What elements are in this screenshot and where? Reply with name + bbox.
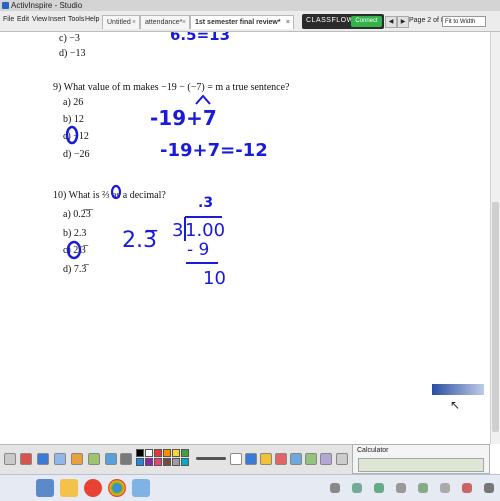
color-swatch-blue[interactable] (136, 458, 144, 466)
menu-help[interactable]: Help (85, 16, 99, 23)
tab-label: attendance* (145, 19, 183, 26)
menu-tools[interactable]: Tools (68, 16, 84, 23)
tab-final-review[interactable]: 1st semester final review* × (190, 15, 294, 29)
activinspire-task-icon[interactable] (36, 479, 54, 497)
tray-icon[interactable] (330, 483, 340, 493)
q9-caret-mark (195, 94, 211, 105)
chrome-task-icon[interactable] (108, 479, 126, 497)
vertical-scrollbar[interactable] (490, 32, 500, 444)
color-swatch-cyan[interactable] (181, 458, 189, 466)
network-icon[interactable] (462, 483, 472, 493)
tab-label: Untitled (107, 19, 131, 26)
resource-icon[interactable] (54, 453, 66, 465)
pen-width-slider[interactable] (196, 457, 226, 460)
eraser-icon[interactable] (275, 453, 287, 465)
folder-task-icon[interactable] (60, 479, 78, 497)
color-swatch-black[interactable] (136, 449, 144, 457)
connect-button[interactable]: Connect (351, 16, 382, 27)
tray-icon[interactable] (352, 483, 362, 493)
menu-edit[interactable]: Edit (17, 16, 29, 23)
reset-page-icon[interactable] (120, 453, 132, 465)
volume-icon[interactable] (440, 483, 450, 493)
color-swatch-pink[interactable] (154, 458, 162, 466)
prev-page-icon[interactable]: ◀ (385, 16, 397, 28)
app-task-icon[interactable] (132, 479, 150, 497)
scrollbar-thumb[interactable] (492, 202, 499, 432)
main-toolbox (0, 444, 352, 475)
color-swatch-white[interactable] (145, 449, 153, 457)
tray-icon[interactable] (396, 483, 406, 493)
property-icon[interactable] (71, 453, 83, 465)
tab-attendance[interactable]: attendance* × (140, 15, 190, 29)
menu-view[interactable]: View (32, 16, 47, 23)
gradient-swatch (432, 384, 484, 395)
shape-tool-icon[interactable] (290, 453, 302, 465)
long-division-bracket (184, 216, 222, 241)
color-swatch-green[interactable] (181, 449, 189, 457)
redo-icon[interactable] (105, 453, 117, 465)
q10-answer-circle (66, 240, 82, 260)
pen-tool-icon[interactable] (245, 453, 257, 465)
next-page-icon[interactable]: ▶ (397, 16, 409, 28)
toolbox-more-icon[interactable] (336, 453, 348, 465)
page-browser-icon[interactable] (37, 453, 49, 465)
undo-icon[interactable] (88, 453, 100, 465)
close-icon[interactable]: × (182, 16, 186, 30)
color-swatch-purple[interactable] (145, 458, 153, 466)
tab-untitled[interactable]: Untitled × (102, 15, 140, 29)
color-swatch-yellow[interactable] (172, 449, 180, 457)
text-tool-icon[interactable] (320, 453, 332, 465)
page-indicator: Page 2 of 8 (409, 17, 445, 24)
pointer-cursor-icon: ↖ (450, 398, 461, 412)
window-titlebar: ActivInspire - Studio (0, 0, 500, 11)
window-title: ActivInspire - Studio (11, 1, 83, 10)
classflow-panel: CLASSFLOW Connect (302, 14, 384, 29)
color-swatch-red[interactable] (154, 449, 162, 457)
menu-insert[interactable]: Insert (48, 16, 66, 23)
browser-icon[interactable] (20, 453, 32, 465)
app-icon (2, 2, 9, 9)
tab-label: 1st semester final review* (195, 19, 281, 26)
select-arrow-icon[interactable] (230, 453, 242, 465)
close-icon[interactable]: × (286, 16, 290, 30)
menu-file[interactable]: File (3, 16, 14, 23)
q10-fraction-circle (110, 184, 122, 200)
q9-answer-circle (65, 125, 79, 145)
color-swatch-brown[interactable] (163, 458, 171, 466)
os-taskbar (0, 474, 500, 501)
ink-annotations (65, 94, 222, 264)
fill-tool-icon[interactable] (305, 453, 317, 465)
zoom-select[interactable]: Fit to Width (442, 16, 486, 27)
calculator-panel: Calculator (352, 444, 490, 474)
calculator-title: Calculator (357, 447, 389, 454)
close-icon[interactable]: × (132, 16, 136, 30)
highlighter-icon[interactable] (260, 453, 272, 465)
calculator-display (358, 458, 484, 472)
clock-icon[interactable] (484, 483, 494, 493)
tray-icon[interactable] (418, 483, 428, 493)
color-swatch-grey[interactable] (172, 458, 180, 466)
classflow-logo: CLASSFLOW (306, 17, 354, 24)
menu-bar: File Edit View Insert Tools Help Untitle… (0, 11, 500, 32)
color-swatch-orange[interactable] (163, 449, 171, 457)
flipchart-page[interactable]: c) −3 d) −13 6.5=13 9) What value of m m… (0, 32, 490, 444)
tray-icon[interactable] (374, 483, 384, 493)
toolbox-menu-icon[interactable] (4, 453, 16, 465)
media-task-icon[interactable] (84, 479, 102, 497)
